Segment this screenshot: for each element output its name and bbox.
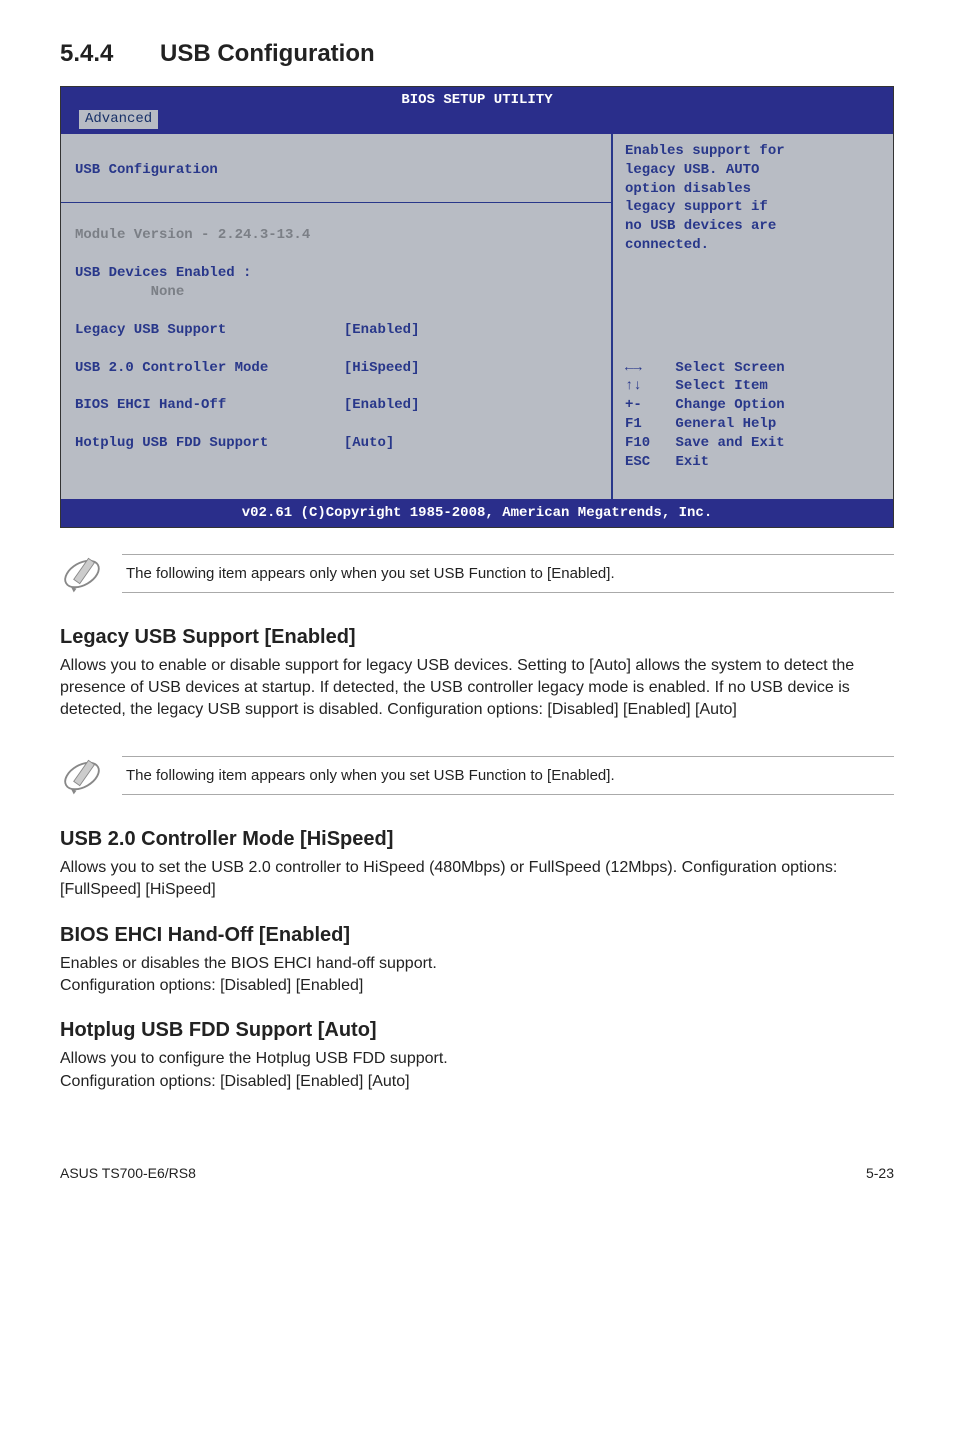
footer-right: 5-23 <box>866 1165 894 1181</box>
option-hotplug-usb-fdd[interactable]: Hotplug USB FDD Support [Auto] <box>75 434 597 453</box>
bios-right-pane: Enables support for legacy USB. AUTO opt… <box>613 134 893 499</box>
note-box-1: The following item appears only when you… <box>60 542 894 606</box>
usb-devices-enabled-value: None <box>75 284 184 300</box>
heading-hotplug-fdd: Hotplug USB FDD Support [Auto] <box>60 1019 894 1042</box>
para-usb20-mode: Allows you to set the USB 2.0 controller… <box>60 857 894 902</box>
bios-left-title: USB Configuration <box>75 162 218 178</box>
bios-body: USB Configuration Module Version - 2.24.… <box>61 131 893 502</box>
bios-tab-row: Advanced <box>61 110 893 131</box>
tab-advanced[interactable]: Advanced <box>79 110 158 129</box>
nav-change-option: +- Change Option <box>625 397 785 413</box>
option-bios-ehci-handoff[interactable]: BIOS EHCI Hand-Off [Enabled] <box>75 396 597 415</box>
nav-select-item: ↑↓ Select Item <box>625 378 768 394</box>
bios-left-pane: USB Configuration Module Version - 2.24.… <box>61 134 613 499</box>
usb-devices-enabled-label: USB Devices Enabled : <box>75 265 251 281</box>
heading-ehci-handoff: BIOS EHCI Hand-Off [Enabled] <box>60 924 894 947</box>
note-text-1: The following item appears only when you… <box>122 554 894 593</box>
option-legacy-usb-support[interactable]: Legacy USB Support [Enabled] <box>75 321 597 340</box>
para-legacy-usb: Allows you to enable or disable support … <box>60 655 894 722</box>
note-box-2: The following item appears only when you… <box>60 744 894 808</box>
bios-help-text: Enables support for legacy USB. AUTO opt… <box>625 142 881 255</box>
bios-footer: v02.61 (C)Copyright 1985-2008, American … <box>61 502 893 527</box>
nav-select-screen: ←→ Select Screen <box>625 360 785 376</box>
section-title: USB Configuration <box>160 40 375 68</box>
heading-usb20-mode: USB 2.0 Controller Mode [HiSpeed] <box>60 828 894 851</box>
footer-left: ASUS TS700-E6/RS8 <box>60 1165 196 1181</box>
section-heading: 5.4.4 USB Configuration <box>60 40 894 68</box>
nav-general-help: F1 General Help <box>625 416 776 432</box>
para-hotplug-fdd: Allows you to configure the Hotplug USB … <box>60 1048 894 1093</box>
nav-exit: ESC Exit <box>625 454 709 470</box>
bios-nav-help: ←→ Select Screen ↑↓ Select Item +- Chang… <box>625 340 881 491</box>
bios-setup-utility: BIOS SETUP UTILITY Advanced USB Configur… <box>60 86 894 528</box>
bios-title: BIOS SETUP UTILITY <box>61 87 893 110</box>
para-ehci-handoff: Enables or disables the BIOS EHCI hand-o… <box>60 953 894 998</box>
note-text-2: The following item appears only when you… <box>122 756 894 795</box>
section-number: 5.4.4 <box>60 40 160 68</box>
nav-save-exit: F10 Save and Exit <box>625 435 785 451</box>
pencil-icon <box>60 552 104 596</box>
pencil-icon <box>60 754 104 798</box>
option-usb20-controller-mode[interactable]: USB 2.0 Controller Mode [HiSpeed] <box>75 359 597 378</box>
page-footer: ASUS TS700-E6/RS8 5-23 <box>60 1115 894 1181</box>
module-version-label: Module Version - 2.24.3-13.4 <box>75 227 310 243</box>
heading-legacy-usb: Legacy USB Support [Enabled] <box>60 626 894 649</box>
